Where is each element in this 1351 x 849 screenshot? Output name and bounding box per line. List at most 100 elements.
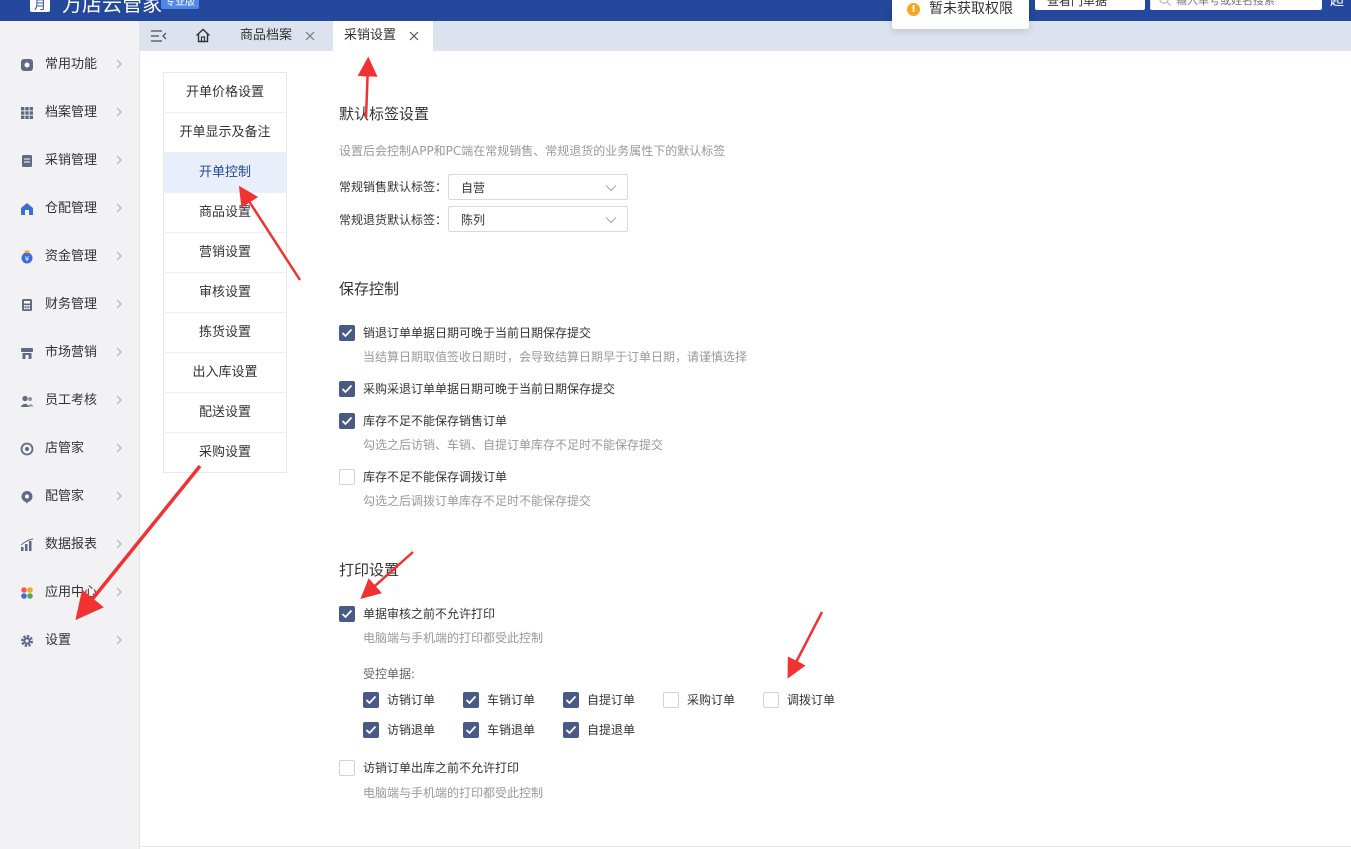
tab-label: 采销设置 xyxy=(344,28,397,43)
checkbox-van-sales-order[interactable] xyxy=(463,692,479,708)
checkbox-purchase-order[interactable] xyxy=(663,692,679,708)
sidebar-item-archive[interactable]: 档案管理 xyxy=(0,98,140,128)
chevron-right-icon xyxy=(116,395,122,405)
settings-nav-inout[interactable]: 出入库设置 xyxy=(164,353,286,393)
option-desc: 勾选之后访销、车销、自提订单库存不足时不能保存提交 xyxy=(363,438,664,452)
return-tag-value: 陈列 xyxy=(461,213,486,227)
document-icon xyxy=(22,155,32,167)
check-icon xyxy=(341,416,353,426)
close-icon[interactable] xyxy=(409,31,419,41)
sidebar-item-label: 设置 xyxy=(45,633,72,648)
sidebar-item-common[interactable]: 常用功能 xyxy=(0,50,140,80)
checkbox-label: 库存不足不能保存调拨订单 xyxy=(363,470,508,484)
sidebar-item-label: 仓配管理 xyxy=(45,201,98,216)
chevron-right-icon xyxy=(116,539,122,549)
store-icon xyxy=(20,442,34,456)
tab-home[interactable] xyxy=(188,21,220,51)
option-desc: 电脑端与手机端的打印都受此控制 xyxy=(363,786,544,800)
option-desc: 勾选之后调拨订单库存不足时不能保存提交 xyxy=(363,494,592,508)
settings-nav-picking[interactable]: 拣货设置 xyxy=(164,313,286,353)
check-icon xyxy=(341,384,353,394)
checkbox-date-later-purchase[interactable] xyxy=(339,381,355,397)
chevron-right-icon xyxy=(116,59,122,69)
sidebar-item-label: 应用中心 xyxy=(45,585,98,600)
sidebar-item-funds[interactable]: ¥ 资金管理 xyxy=(0,242,140,272)
return-tag-select[interactable]: 陈列 xyxy=(448,206,628,232)
sidebar-item-reports[interactable]: 数据报表 xyxy=(0,530,140,560)
check-icon xyxy=(365,725,377,735)
checkbox-label: 单据审核之前不允许打印 xyxy=(363,607,496,621)
chevron-right-icon xyxy=(116,587,122,597)
sidebar-item-finance[interactable]: 财务管理 xyxy=(0,290,140,320)
svg-text:¥: ¥ xyxy=(25,255,30,263)
sidebar-item-settings[interactable]: 设置 xyxy=(0,626,140,656)
home-icon xyxy=(196,28,210,43)
users-icon xyxy=(20,395,34,407)
sidebar-item-label: 财务管理 xyxy=(45,297,98,312)
checkbox-stock-transfer-order[interactable] xyxy=(339,469,355,485)
close-icon[interactable] xyxy=(305,31,315,41)
check-icon xyxy=(341,609,353,619)
settings-nav-marketing[interactable]: 营销设置 xyxy=(164,233,286,273)
bottom-divider xyxy=(140,846,1351,847)
checkbox-label: 采购采退订单单据日期可晚于当前日期保存提交 xyxy=(363,382,616,396)
checkbox-date-later-sales[interactable] xyxy=(339,325,355,341)
settings-nav-product[interactable]: 商品设置 xyxy=(164,193,286,233)
search-input[interactable] xyxy=(1176,0,1316,8)
sidebar-item-warehouse[interactable]: 仓配管理 xyxy=(0,194,140,224)
settings-nav-review[interactable]: 审核设置 xyxy=(164,273,286,313)
shop-icon xyxy=(21,348,33,359)
checkbox-label: 访销订单出库之前不允许打印 xyxy=(363,761,520,775)
chevron-down-icon xyxy=(605,217,617,224)
default-tags-title: 默认标签设置 xyxy=(339,105,430,123)
sale-tag-select[interactable]: 自营 xyxy=(448,174,628,200)
global-search[interactable] xyxy=(1150,0,1322,10)
tab-purchase-sales-settings[interactable]: 采销设置 xyxy=(333,21,433,51)
checkbox-label: 自提退单 xyxy=(587,723,636,737)
chevron-right-icon xyxy=(116,635,122,645)
gear-icon xyxy=(21,635,33,647)
sidebar-item-label: 采销管理 xyxy=(45,153,98,168)
sidebar-item-label: 资金管理 xyxy=(45,249,98,264)
option-desc: 电脑端与手机端的打印都受此控制 xyxy=(363,631,544,645)
sidebar-item-store-manager[interactable]: 店管家 xyxy=(0,434,140,464)
sidebar-item-label: 店管家 xyxy=(45,441,85,456)
sale-tag-label: 常规销售默认标签： xyxy=(339,180,448,194)
checkbox-visit-sales-return[interactable] xyxy=(363,722,379,738)
checkbox-label: 车销退单 xyxy=(487,723,536,737)
store-select[interactable]: 查看门单据 xyxy=(1035,0,1145,10)
permission-toast: ! 暂未获取权限 xyxy=(892,0,1029,29)
chevron-right-icon xyxy=(116,155,122,165)
option-desc: 当结算日期取值签收日期时，会导致结算日期早于订单日期，请谨慎选择 xyxy=(363,350,748,364)
sidebar-item-delivery-manager[interactable]: 配管家 xyxy=(0,482,140,512)
tab-product-archive[interactable]: 商品档案 xyxy=(228,21,328,51)
checkbox-van-sales-return[interactable] xyxy=(463,722,479,738)
checkbox-pickup-order[interactable] xyxy=(563,692,579,708)
user-menu[interactable]: 超 xyxy=(1330,0,1344,10)
sidebar-item-apps[interactable]: 应用中心 xyxy=(0,578,140,608)
settings-nav-delivery[interactable]: 配送设置 xyxy=(164,393,286,433)
check-icon xyxy=(465,695,477,705)
settings-nav: 开单价格设置 开单显示及备注 开单控制 商品设置 营销设置 审核设置 拣货设置 … xyxy=(163,72,287,473)
grid-icon xyxy=(21,107,33,119)
settings-nav-order-control[interactable]: 开单控制 xyxy=(164,153,286,193)
settings-nav-display[interactable]: 开单显示及备注 xyxy=(164,113,286,153)
chevron-right-icon xyxy=(116,251,122,261)
checkbox-visit-sales-order[interactable] xyxy=(363,692,379,708)
checkbox-transfer-order[interactable] xyxy=(763,692,779,708)
checkbox-no-print-before-outbound[interactable] xyxy=(339,760,355,776)
check-icon xyxy=(365,695,377,705)
settings-nav-purchase[interactable]: 采购设置 xyxy=(164,433,286,473)
checkbox-pickup-return[interactable] xyxy=(563,722,579,738)
sidebar-item-marketing[interactable]: 市场营销 xyxy=(0,338,140,368)
annotation-arrow-transfer xyxy=(787,611,824,679)
checkbox-stock-sales-order[interactable] xyxy=(339,413,355,429)
money-bag-icon: ¥ xyxy=(21,250,33,264)
sale-tag-value: 自营 xyxy=(461,181,486,195)
collapse-menu-icon[interactable] xyxy=(150,29,168,43)
checkbox-label: 调拨订单 xyxy=(787,693,836,707)
sidebar-item-purchase-sales[interactable]: 采销管理 xyxy=(0,146,140,176)
checkbox-no-print-before-review[interactable] xyxy=(339,606,355,622)
sidebar-item-staff[interactable]: 员工考核 xyxy=(0,386,140,416)
settings-nav-price[interactable]: 开单价格设置 xyxy=(164,73,286,113)
